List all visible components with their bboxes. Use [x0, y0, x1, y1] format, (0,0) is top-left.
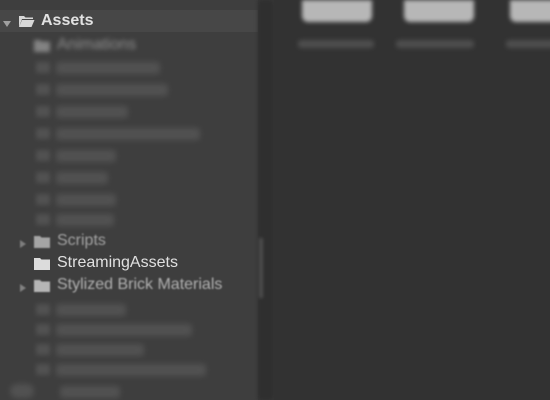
tree-item-label: Scripts	[57, 232, 106, 249]
asset-thumbnail[interactable]	[302, 0, 372, 22]
tree-item-label: Stylized Brick Materials	[57, 276, 223, 293]
folder-icon	[34, 279, 50, 292]
folder-icon	[36, 172, 50, 183]
expand-arrow-right-icon[interactable]	[18, 280, 28, 292]
folder-icon	[36, 194, 50, 205]
tree-item-stylized-brick-materials[interactable]: Stylized Brick Materials	[18, 274, 222, 296]
asset-grid-panel	[274, 0, 550, 400]
folder-icon	[36, 364, 50, 375]
blurred-tree-item	[56, 364, 206, 376]
editor-window: Assets Animations Scripts StreamingAsset…	[0, 0, 550, 400]
tree-item-animations[interactable]: Animations	[34, 34, 136, 56]
tree-item-label: StreamingAssets	[57, 254, 178, 271]
blurred-tree-item	[56, 150, 116, 162]
blurred-tree-item	[10, 384, 34, 398]
tree-item-scripts[interactable]: Scripts	[18, 230, 106, 252]
folder-icon	[36, 214, 50, 225]
tree-item-label: Animations	[57, 36, 137, 53]
folder-icon	[36, 62, 50, 73]
asset-thumbnail-label	[396, 40, 474, 48]
blurred-tree-item	[56, 172, 108, 184]
blurred-tree-item	[56, 62, 160, 74]
asset-thumbnail[interactable]	[510, 0, 550, 22]
blurred-tree-item	[60, 386, 120, 398]
blurred-tree-item	[56, 194, 116, 206]
open-folder-icon	[18, 15, 35, 28]
folder-icon	[34, 39, 50, 52]
blurred-tree-item	[56, 128, 200, 140]
folder-icon	[36, 106, 50, 117]
blurred-tree-item	[56, 84, 168, 96]
folder-icon	[34, 235, 50, 248]
folder-icon	[36, 344, 50, 355]
expand-arrow-down-icon[interactable]	[2, 16, 12, 27]
splitter-handle[interactable]	[259, 238, 263, 298]
panel-splitter[interactable]	[258, 0, 274, 400]
folder-icon	[34, 257, 50, 270]
asset-thumbnail[interactable]	[404, 0, 474, 22]
folder-icon	[36, 324, 50, 335]
folder-icon	[36, 304, 50, 315]
blurred-tree-item	[56, 214, 114, 226]
folder-icon	[36, 128, 50, 139]
blurred-tree-item	[56, 324, 192, 336]
blurred-tree-item	[56, 106, 128, 118]
folder-icon	[36, 150, 50, 161]
blurred-tree-item	[56, 344, 144, 356]
blurred-tree-item	[56, 304, 126, 316]
tree-item-assets[interactable]: Assets	[0, 10, 258, 32]
asset-thumbnail-label	[298, 40, 374, 48]
project-tree-panel: Assets Animations Scripts StreamingAsset…	[0, 0, 258, 400]
folder-icon	[36, 84, 50, 95]
expand-arrow-right-icon[interactable]	[18, 236, 28, 248]
tree-item-streamingassets[interactable]: StreamingAssets	[34, 252, 178, 274]
tree-item-label: Assets	[41, 12, 94, 29]
asset-thumbnail-label	[506, 40, 550, 48]
